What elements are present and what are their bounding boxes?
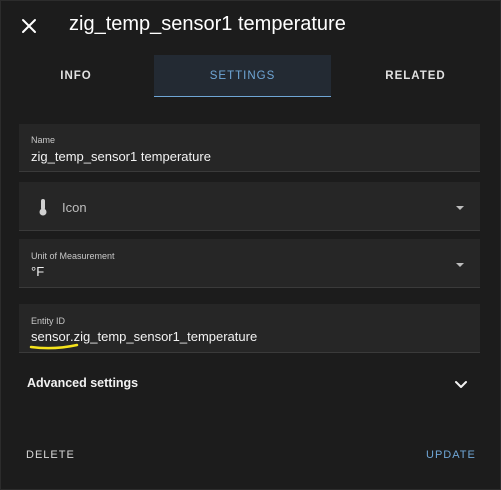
name-field-label: Name: [31, 135, 56, 145]
chevron-down-icon[interactable]: [453, 376, 469, 392]
entity-settings-dialog: zig_temp_sensor1 temperature INFO SETTIN…: [0, 0, 501, 490]
update-button[interactable]: UPDATE: [426, 449, 476, 461]
thermometer-icon: [39, 199, 47, 216]
entity-id-value[interactable]: sensor .zig_temp_sensor1_temperature: [29, 329, 258, 350]
unit-field-label: Unit of Measurement: [31, 251, 115, 261]
tab-info[interactable]: INFO: [1, 55, 151, 97]
close-button[interactable]: [15, 12, 43, 40]
close-icon: [22, 19, 36, 33]
unit-field-value: °F: [31, 264, 45, 279]
unit-of-measurement-field[interactable]: Unit of Measurement °F: [19, 239, 480, 288]
tab-bar: INFO SETTINGS RELATED: [1, 55, 500, 97]
dialog-title: zig_temp_sensor1 temperature: [69, 13, 346, 35]
delete-button[interactable]: DELETE: [26, 449, 75, 461]
unit-dropdown-arrow-icon[interactable]: [456, 263, 464, 267]
name-field-value[interactable]: zig_temp_sensor1 temperature: [31, 149, 211, 164]
entity-id-rest: .zig_temp_sensor1_temperature: [70, 329, 258, 344]
tab-settings[interactable]: SETTINGS: [154, 55, 331, 97]
name-field[interactable]: Name zig_temp_sensor1 temperature: [19, 124, 480, 172]
tab-related[interactable]: RELATED: [331, 55, 500, 97]
icon-field-placeholder: Icon: [62, 200, 87, 215]
highlight-underline: [29, 343, 79, 350]
entity-id-label: Entity ID: [31, 316, 66, 326]
entity-id-prefix: sensor: [29, 329, 79, 350]
icon-field[interactable]: Icon: [19, 182, 480, 231]
entity-id-field[interactable]: Entity ID sensor .zig_temp_sensor1_tempe…: [19, 304, 480, 353]
dialog-header: zig_temp_sensor1 temperature: [1, 1, 500, 51]
icon-dropdown-arrow-icon[interactable]: [456, 206, 464, 210]
advanced-settings-label[interactable]: Advanced settings: [27, 376, 138, 390]
